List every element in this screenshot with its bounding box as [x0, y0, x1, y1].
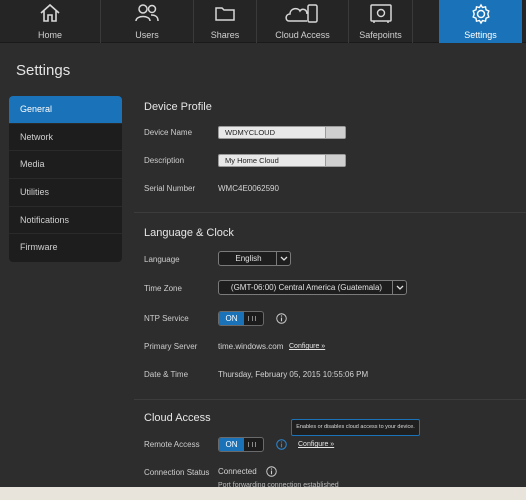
- language-label: Language: [144, 255, 180, 264]
- sidebar-item-firmware[interactable]: Firmware: [9, 234, 122, 262]
- primary-server-label: Primary Server: [144, 342, 198, 351]
- device-name-value: WDMYCLOUD: [225, 128, 275, 137]
- remote-access-tooltip: Enables or disables cloud access to your…: [291, 419, 420, 436]
- safe-icon: [369, 4, 392, 23]
- language-value: English: [235, 254, 262, 263]
- toggle-grip: [248, 442, 256, 447]
- section-divider: [134, 399, 526, 400]
- home-icon: [40, 3, 60, 22]
- time-zone-select[interactable]: (GMT-06:00) Central America (Guatemala): [218, 280, 407, 295]
- device-name-field[interactable]: WDMYCLOUD: [218, 126, 346, 139]
- time-zone-value: (GMT-06:00) Central America (Guatemala): [230, 283, 383, 292]
- remote-access-label: Remote Access: [144, 440, 200, 449]
- sidebar-item-utilities[interactable]: Utilities: [9, 179, 122, 207]
- connection-status-label: Connection Status: [144, 468, 210, 477]
- language-select[interactable]: English: [218, 251, 291, 266]
- nav-settings[interactable]: Settings: [439, 0, 522, 43]
- info-icon[interactable]: [276, 439, 287, 450]
- nav-shares-label: Shares: [210, 30, 240, 40]
- ntp-service-label: NTP Service: [144, 314, 189, 323]
- date-time-label: Date & Time: [144, 370, 189, 379]
- field-cap: [325, 127, 345, 138]
- cloud-access-title: Cloud Access: [144, 412, 211, 424]
- primary-server-value: time.windows.com: [218, 342, 284, 351]
- device-profile-title: Device Profile: [144, 101, 212, 113]
- page-bottom-band: [0, 487, 526, 500]
- description-label: Description: [144, 156, 185, 165]
- chevron-down-icon: [280, 256, 288, 261]
- description-value: My Home Cloud: [225, 156, 279, 165]
- time-zone-label: Time Zone: [144, 284, 182, 293]
- sidebar-item-notifications[interactable]: Notifications: [9, 207, 122, 235]
- toggle-on-label: ON: [219, 312, 244, 325]
- users-icon: [135, 4, 159, 22]
- sidebar-item-general[interactable]: General: [9, 96, 122, 124]
- connection-status-value: Connected: [218, 467, 257, 476]
- sidebar-item-network[interactable]: Network: [9, 124, 122, 152]
- remote-access-toggle[interactable]: ON: [218, 437, 264, 452]
- language-clock-title: Language & Clock: [144, 227, 234, 239]
- toggle-grip: [248, 316, 256, 321]
- primary-server-configure-link[interactable]: Configure »: [289, 343, 325, 350]
- nav-home[interactable]: Home: [0, 0, 101, 43]
- chevron-down-icon: [396, 285, 404, 290]
- nav-settings-label: Settings: [464, 30, 497, 40]
- sidebar-item-media[interactable]: Media: [9, 151, 122, 180]
- nav-users-label: Users: [135, 30, 159, 40]
- dropdown-arrow: [392, 281, 406, 294]
- cloud-device-icon: [284, 4, 318, 23]
- nav-cloud-access-label: Cloud Access: [275, 30, 330, 40]
- nav-safepoints[interactable]: Safepoints: [349, 0, 413, 43]
- info-icon[interactable]: [266, 466, 277, 477]
- serial-number-label: Serial Number: [144, 184, 196, 193]
- nav-safepoints-label: Safepoints: [359, 30, 402, 40]
- folder-icon: [215, 7, 235, 21]
- dropdown-arrow: [276, 252, 290, 265]
- date-time-value: Thursday, February 05, 2015 10:55:06 PM: [218, 370, 369, 379]
- section-divider: [134, 212, 526, 213]
- device-name-label: Device Name: [144, 128, 193, 137]
- page-title: Settings: [16, 62, 71, 79]
- serial-number-value: WMC4E0062590: [218, 184, 279, 193]
- toggle-on-label: ON: [219, 438, 244, 451]
- remote-access-configure-link[interactable]: Configure »: [298, 441, 334, 448]
- ntp-service-toggle[interactable]: ON: [218, 311, 264, 326]
- gear-icon: [471, 3, 490, 25]
- settings-sidebar: General Network Media Utilities Notifica…: [9, 96, 122, 262]
- top-navigation: Home Users Shares Cloud Access Safepoint…: [0, 0, 526, 43]
- nav-home-label: Home: [37, 30, 62, 40]
- info-icon[interactable]: [276, 313, 287, 324]
- nav-shares[interactable]: Shares: [194, 0, 257, 43]
- nav-users[interactable]: Users: [101, 0, 194, 43]
- nav-cloud-access[interactable]: Cloud Access: [257, 0, 349, 43]
- description-field[interactable]: My Home Cloud: [218, 154, 346, 167]
- field-cap: [325, 155, 345, 166]
